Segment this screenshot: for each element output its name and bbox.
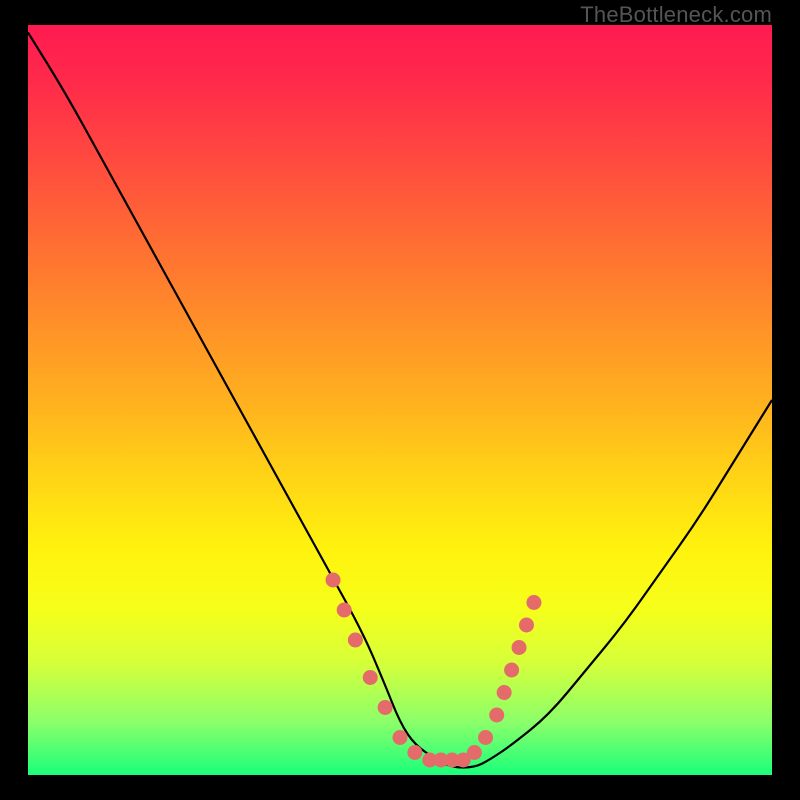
marker-dot — [348, 633, 363, 648]
marker-dot — [393, 730, 408, 745]
chart-svg — [28, 25, 772, 775]
marker-dot — [526, 595, 541, 610]
marker-dot — [489, 708, 504, 723]
marker-dot — [519, 618, 534, 633]
marker-dot — [407, 745, 422, 760]
chart-frame — [28, 25, 772, 775]
marker-dot — [497, 685, 512, 700]
marker-dot — [504, 663, 519, 678]
watermark-text: TheBottleneck.com — [580, 2, 772, 28]
marker-dot — [363, 670, 378, 685]
marker-dot — [337, 603, 352, 618]
marker-dot — [478, 730, 493, 745]
marker-dot — [512, 640, 527, 655]
bottleneck-curve — [28, 33, 772, 768]
marker-dot — [467, 745, 482, 760]
marker-dot — [378, 700, 393, 715]
marker-dot — [326, 573, 341, 588]
highlight-cluster — [326, 573, 542, 768]
